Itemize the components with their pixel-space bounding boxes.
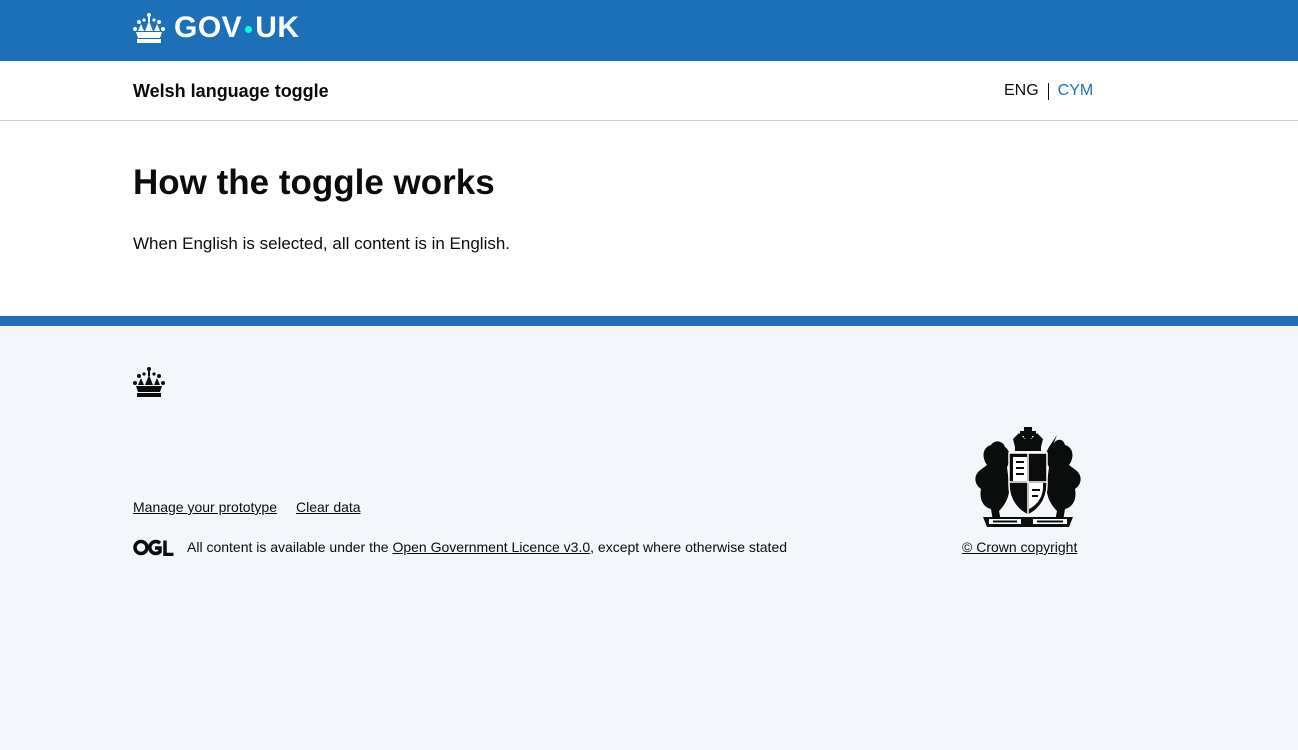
govuk-wordmark: GOV UK (174, 13, 300, 43)
language-current-eng: ENG (1004, 82, 1039, 99)
footer-meta-links: Manage your prototype Clear data (133, 498, 380, 516)
service-navigation: Welsh language toggle ENG CYM (0, 61, 1298, 121)
crown-copyright-link[interactable]: © Crown copyright (962, 538, 1077, 556)
licence-statement: All content is available under the Open … (133, 538, 787, 556)
royal-coat-of-arms-icon (975, 427, 1081, 527)
language-link-cym[interactable]: CYM (1058, 82, 1094, 100)
clear-data-link[interactable]: Clear data (296, 498, 361, 516)
service-name-link[interactable]: Welsh language toggle (133, 81, 329, 101)
manage-prototype-link[interactable]: Manage your prototype (133, 498, 277, 516)
logo-dot (245, 25, 253, 33)
main-content: How the toggle works When English is sel… (0, 121, 1298, 316)
logo-text-uk: UK (255, 11, 300, 44)
open-government-licence-link[interactable]: Open Government Licence v3.0 (392, 538, 590, 556)
crown-icon (133, 367, 165, 397)
site-header: GOV UK (0, 0, 1298, 61)
logo-text-gov: GOV (174, 11, 243, 44)
licence-prefix: All content is available under the (187, 539, 393, 555)
licence-suffix: , except where otherwise stated (590, 539, 788, 555)
language-separator (1047, 82, 1049, 100)
ogl-logo-icon (133, 539, 174, 556)
language-toggle: ENG CYM (1004, 82, 1093, 100)
crown-icon (133, 13, 165, 43)
govuk-logo-link[interactable]: GOV UK (133, 12, 300, 44)
page-title: How the toggle works (133, 163, 495, 202)
body-paragraph: When English is selected, all content is… (133, 234, 511, 253)
site-footer: Manage your prototype Clear data All con… (0, 316, 1298, 750)
